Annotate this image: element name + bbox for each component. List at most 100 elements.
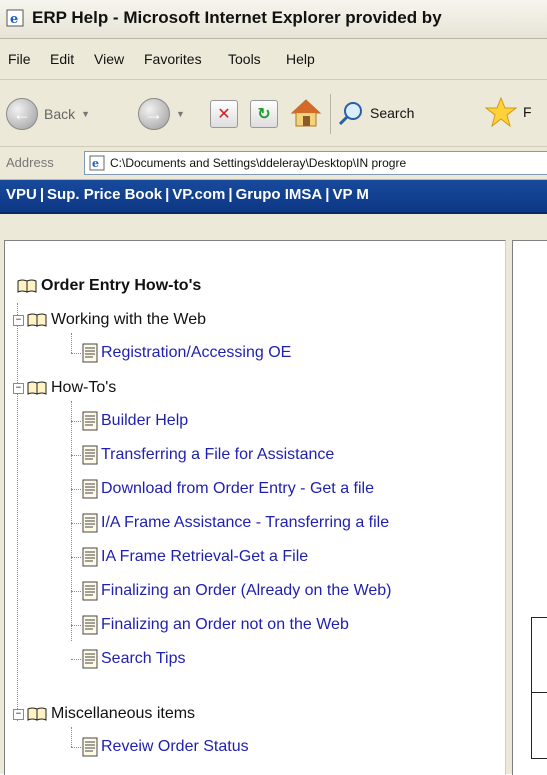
help-page-icon — [82, 581, 98, 601]
toc-item-finalizing-already[interactable]: Finalizing an Order (Already on the Web) — [81, 581, 392, 601]
nav-separator: | — [325, 186, 330, 203]
toc-item-ia-frame-assistance[interactable]: I/A Frame Assistance - Transferring a fi… — [81, 513, 389, 533]
toc-item-transferring-file[interactable]: Transferring a File for Assistance — [81, 445, 334, 465]
toc-section-label: Miscellaneous items — [51, 705, 196, 722]
address-value: C:\Documents and Settings\ddeleray\Deskt… — [110, 156, 407, 170]
help-page-icon — [82, 445, 98, 465]
svg-text:e: e — [10, 12, 18, 27]
toc-item-link[interactable]: Download from Order Entry - Get a file — [101, 480, 374, 498]
forward-button[interactable]: → ▼ — [138, 98, 185, 130]
ie-page-icon: e — [6, 9, 24, 27]
toc-item-link[interactable]: Transferring a File for Assistance — [101, 446, 334, 464]
toc-section-how-tos[interactable]: − How-To's — [13, 379, 116, 397]
back-button[interactable]: ← Back ▼ — [6, 98, 90, 130]
forward-dropdown-icon[interactable]: ▼ — [176, 109, 185, 119]
toc-section-working-with-web[interactable]: − Working with the Web — [13, 311, 206, 329]
toc-section-label: Working with the Web — [51, 311, 207, 328]
nav-separator: | — [165, 186, 170, 203]
open-book-icon — [27, 313, 47, 327]
address-bar: Address e C:\Documents and Settings\ddel… — [0, 147, 547, 180]
tree-line — [17, 303, 18, 721]
help-page-icon — [82, 649, 98, 669]
toc-item-link[interactable]: Builder Help — [101, 412, 188, 430]
toc-item-link[interactable]: IA Frame Retrieval-Get a File — [101, 548, 308, 566]
toolbar: ← Back ▼ → ▼ ✕ ↻ Search F — [0, 80, 547, 147]
toc-item-link[interactable]: Search Tips — [101, 650, 185, 668]
forward-arrow-icon: → — [138, 98, 170, 130]
toc-root-label: Order Entry How-to's — [41, 277, 202, 294]
tree-line — [71, 353, 81, 354]
toc-item-link[interactable]: Finalizing an Order not on the Web — [101, 616, 349, 634]
content-box — [531, 617, 547, 759]
stop-button[interactable]: ✕ — [210, 100, 238, 128]
back-arrow-icon: ← — [6, 98, 38, 130]
search-button[interactable]: Search — [338, 100, 414, 126]
menu-edit[interactable]: Edit — [50, 51, 74, 67]
svg-text:e: e — [92, 157, 99, 170]
home-icon — [290, 99, 322, 127]
tree-line — [71, 625, 81, 626]
toc-item-link[interactable]: Reveiw Order Status — [101, 738, 249, 756]
tree-line — [71, 557, 81, 558]
tree-line — [71, 421, 81, 422]
toc-tree: Order Entry How-to's − Working with the … — [5, 241, 505, 775]
toolbar-separator — [330, 94, 331, 134]
tree-line — [71, 747, 81, 748]
toc-item-builder-help[interactable]: Builder Help — [81, 411, 188, 431]
address-label: Address — [6, 155, 54, 170]
tree-line — [71, 659, 81, 660]
stop-icon: ✕ — [210, 100, 238, 128]
favorites-label: F — [523, 104, 532, 120]
search-icon — [338, 102, 362, 126]
home-button[interactable] — [290, 98, 322, 128]
menu-bar: File Edit View Favorites Tools Help — [0, 39, 547, 80]
site-nav-bar: VPU | Sup. Price Book | VP.com | Grupo IMSA | VP… — [0, 180, 547, 214]
ie-page-icon: e — [89, 155, 105, 171]
help-page-icon — [82, 479, 98, 499]
open-book-icon — [27, 707, 47, 721]
favorites-star-icon — [485, 96, 517, 128]
menu-help[interactable]: Help — [286, 51, 315, 67]
toc-section-misc[interactable]: − Miscellaneous items — [13, 705, 195, 723]
help-page-icon — [82, 343, 98, 363]
toc-item-link[interactable]: I/A Frame Assistance - Transferring a fi… — [101, 514, 389, 532]
collapse-toggle-icon[interactable]: − — [13, 314, 24, 326]
window-title: ERP Help - Microsoft Internet Explorer p… — [32, 8, 442, 27]
toc-root[interactable]: Order Entry How-to's — [17, 277, 201, 295]
refresh-icon: ↻ — [250, 100, 278, 128]
toc-item-registration[interactable]: Registration/Accessing OE — [81, 343, 291, 363]
address-input[interactable]: e C:\Documents and Settings\ddeleray\Des… — [84, 151, 547, 175]
toc-item-link[interactable]: Finalizing an Order (Already on the Web) — [101, 582, 392, 600]
menu-file[interactable]: File — [8, 51, 31, 67]
nav-link-vp-com[interactable]: VP.com — [172, 186, 225, 203]
open-book-icon — [27, 381, 47, 395]
back-label: Back — [44, 106, 76, 122]
toc-item-link[interactable]: Registration/Accessing OE — [101, 344, 291, 362]
nav-link-price-book[interactable]: Sup. Price Book — [47, 186, 162, 203]
collapse-toggle-icon[interactable]: − — [13, 382, 24, 394]
nav-link-vp-m[interactable]: VP M — [332, 186, 368, 203]
toc-item-finalizing-not-on-web[interactable]: Finalizing an Order not on the Web — [81, 615, 349, 635]
menu-view[interactable]: View — [94, 51, 124, 67]
toc-frame[interactable]: Order Entry How-to's − Working with the … — [4, 240, 506, 775]
help-page-icon — [82, 737, 98, 757]
content-area: Order Entry How-to's − Working with the … — [0, 214, 547, 775]
toc-item-search-tips[interactable]: Search Tips — [81, 649, 185, 669]
help-page-icon — [82, 411, 98, 431]
refresh-button[interactable]: ↻ — [250, 100, 278, 128]
menu-favorites[interactable]: Favorites — [144, 51, 202, 67]
back-dropdown-icon[interactable]: ▼ — [81, 109, 90, 119]
toc-item-review-order-status[interactable]: Reveiw Order Status — [81, 737, 249, 757]
menu-tools[interactable]: Tools — [228, 51, 261, 67]
tree-line — [71, 523, 81, 524]
help-page-icon — [82, 513, 98, 533]
search-label: Search — [370, 105, 415, 121]
toc-item-download[interactable]: Download from Order Entry - Get a file — [81, 479, 374, 499]
collapse-toggle-icon[interactable]: − — [13, 708, 24, 720]
nav-link-vpu[interactable]: VPU — [6, 186, 37, 203]
nav-link-grupo-imsa[interactable]: Grupo IMSA — [236, 186, 323, 203]
site-nav: VPU | Sup. Price Book | VP.com | Grupo IMSA | VP… — [6, 186, 369, 203]
content-frame[interactable] — [512, 240, 547, 775]
toc-item-ia-frame-retrieval[interactable]: IA Frame Retrieval-Get a File — [81, 547, 308, 567]
favorites-button[interactable]: F — [485, 96, 532, 128]
